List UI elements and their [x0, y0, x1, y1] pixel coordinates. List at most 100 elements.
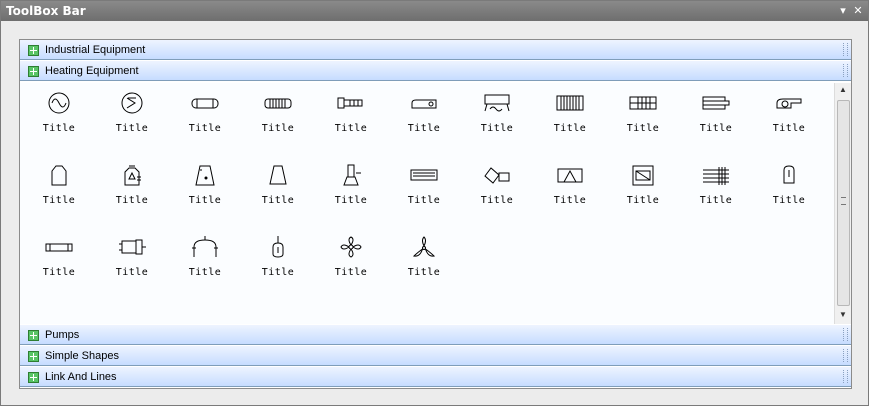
- coil-grid-icon: [703, 167, 729, 185]
- section-label: Pumps: [45, 329, 80, 341]
- window-box-icon: [632, 165, 654, 186]
- tool-item[interactable]: Title: [394, 91, 454, 151]
- tool-caption: Title: [626, 195, 660, 206]
- toolbox-window: ToolBox Bar ▾ ✕ Industrial Equipment Hea…: [0, 0, 869, 406]
- four-blade-fan-icon: [340, 236, 362, 258]
- ribbed-cylinder-icon: [264, 98, 292, 109]
- arch-vessel-icon: [192, 236, 218, 257]
- trapezoid-dot-icon: [195, 165, 215, 186]
- tool-item[interactable]: Title: [613, 91, 673, 151]
- cylinder-horizontal-icon: [191, 98, 219, 109]
- tool-caption: Title: [553, 195, 587, 206]
- sine-wave-circle-icon: [48, 92, 70, 114]
- tool-caption: Title: [42, 267, 76, 278]
- tool-item[interactable]: Title: [467, 91, 527, 151]
- scroll-thumb[interactable]: [837, 100, 850, 306]
- tool-item[interactable]: Title: [175, 163, 235, 223]
- section-label: Link And Lines: [45, 371, 117, 383]
- tool-caption: Title: [407, 123, 441, 134]
- section-heating-equipment[interactable]: Heating Equipment: [20, 61, 851, 81]
- title-bar: ToolBox Bar ▾ ✕: [1, 1, 868, 21]
- three-blade-fan-icon: [412, 236, 436, 257]
- tool-item[interactable]: Title: [248, 235, 308, 295]
- tool-item[interactable]: Title: [394, 163, 454, 223]
- tool-item[interactable]: Title: [321, 91, 381, 151]
- plus-square-icon: [28, 372, 39, 383]
- tool-item[interactable]: Title: [29, 235, 89, 295]
- triangle-box-icon: [557, 168, 583, 183]
- tool-item[interactable]: Title: [248, 91, 308, 151]
- tool-item[interactable]: Title: [248, 163, 308, 223]
- tool-caption: Title: [334, 123, 368, 134]
- section-link-and-lines[interactable]: Link And Lines: [20, 367, 851, 387]
- grip-icon: [843, 43, 848, 56]
- bench-heater-icon: [484, 94, 510, 112]
- tool-caption: Title: [407, 195, 441, 206]
- bolt-valve-icon: [337, 97, 363, 109]
- tool-caption: Title: [42, 123, 76, 134]
- toolbox-panel: Industrial Equipment Heating Equipment T…: [19, 39, 852, 389]
- section-pumps[interactable]: Pumps: [20, 325, 851, 345]
- tool-caption: Title: [261, 195, 295, 206]
- valve-block-icon: [119, 239, 146, 255]
- tool-item[interactable]: Title: [613, 163, 673, 223]
- window-title: ToolBox Bar: [6, 4, 86, 18]
- tool-item[interactable]: Title: [759, 91, 819, 151]
- tool-item[interactable]: Title: [102, 91, 162, 151]
- grip-icon: [843, 64, 848, 77]
- tool-caption: Title: [699, 123, 733, 134]
- tool-caption: Title: [188, 123, 222, 134]
- vertical-scrollbar[interactable]: ▲ ▼: [834, 83, 851, 324]
- section-label: Heating Equipment: [45, 65, 139, 77]
- tool-item[interactable]: Title: [759, 163, 819, 223]
- blower-icon: [776, 98, 802, 109]
- plus-square-icon: [28, 45, 39, 56]
- tool-item[interactable]: Title: [175, 235, 235, 295]
- grip-icon: [843, 328, 848, 341]
- tank-truck-icon: [411, 99, 437, 109]
- tool-item[interactable]: Title: [686, 91, 746, 151]
- plus-square-icon: [28, 330, 39, 341]
- pin-dropdown-icon[interactable]: ▾: [836, 4, 850, 18]
- trapezoid-icon: [269, 165, 287, 185]
- lamp-icon: [272, 236, 284, 258]
- section-simple-shapes[interactable]: Simple Shapes: [20, 346, 851, 366]
- section-industrial-equipment[interactable]: Industrial Equipment: [20, 40, 851, 60]
- tool-item[interactable]: Title: [321, 235, 381, 295]
- tool-item[interactable]: Title: [467, 163, 527, 223]
- tool-item[interactable]: Title: [394, 235, 454, 295]
- tool-caption: Title: [626, 123, 660, 134]
- pipe-stand-icon: [343, 164, 361, 186]
- tool-item[interactable]: Title: [686, 163, 746, 223]
- close-icon[interactable]: ✕: [851, 4, 865, 18]
- tool-caption: Title: [188, 195, 222, 206]
- tag-icon: [783, 165, 795, 184]
- section-label: Industrial Equipment: [45, 44, 146, 56]
- tool-caption: Title: [480, 123, 514, 134]
- scroll-up-icon[interactable]: ▲: [835, 83, 851, 97]
- tool-caption: Title: [188, 267, 222, 278]
- furnace-icon: [51, 165, 67, 186]
- grip-icon: [843, 349, 848, 362]
- tool-caption: Title: [334, 267, 368, 278]
- tool-item[interactable]: Title: [102, 163, 162, 223]
- tool-caption: Title: [772, 123, 806, 134]
- scroll-down-icon[interactable]: ▼: [835, 308, 851, 322]
- rotated-drum-icon: [484, 167, 510, 184]
- tool-item[interactable]: Title: [321, 163, 381, 223]
- tool-item[interactable]: Title: [540, 91, 600, 151]
- heating-equipment-items: Title Title Title Title Title Title Titl…: [20, 83, 851, 324]
- tool-caption: Title: [334, 195, 368, 206]
- tool-item[interactable]: Title: [102, 235, 162, 295]
- tool-caption: Title: [480, 195, 514, 206]
- tool-item[interactable]: Title: [29, 91, 89, 151]
- tool-item[interactable]: Title: [540, 163, 600, 223]
- grip-icon: [843, 370, 848, 383]
- tool-item[interactable]: Title: [175, 91, 235, 151]
- stacked-tube-icon: [702, 96, 730, 110]
- tool-caption: Title: [42, 195, 76, 206]
- tool-caption: Title: [261, 123, 295, 134]
- tool-item[interactable]: Title: [29, 163, 89, 223]
- tool-caption: Title: [115, 195, 149, 206]
- tool-caption: Title: [261, 267, 295, 278]
